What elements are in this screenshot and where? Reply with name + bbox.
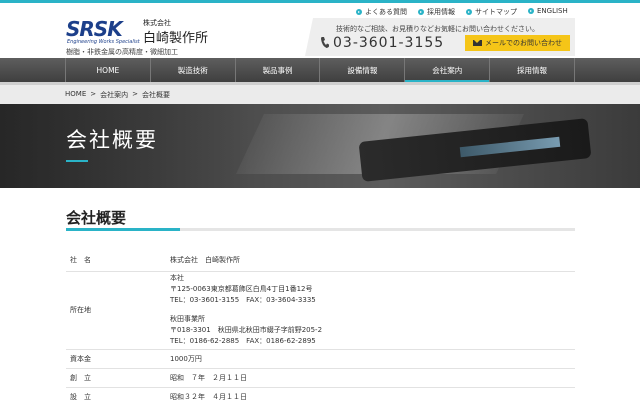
nav-item-equipment[interactable]: 設備情報 <box>320 58 406 82</box>
breadcrumb-separator: > <box>132 90 138 98</box>
logo-company-name: 白崎製作所 <box>143 31 209 46</box>
row-label: 創 立 <box>66 368 170 388</box>
util-link-label: 採用情報 <box>427 8 455 16</box>
arrow-circle-icon <box>528 8 534 14</box>
mail-contact-button[interactable]: メールでのお問い合わせ <box>465 35 570 51</box>
contact-box: 技術的なご相談、お見積りなどお気軽にお問い合わせください。 03-3601-31… <box>305 18 575 56</box>
nav-label: HOME <box>96 65 120 75</box>
nav-item-technology[interactable]: 製造技術 <box>151 58 236 82</box>
nav-label: 製品事例 <box>262 65 293 75</box>
table-row: 所在地 本社 〒125-0063東京都葛飾区白鳥4丁目1番12号 TEL：03-… <box>66 271 575 350</box>
util-link-label: ENGLISH <box>537 7 568 15</box>
row-value: 株式会社 白崎製作所 <box>170 250 575 272</box>
nav-item-company[interactable]: 会社案内 <box>405 58 491 82</box>
tagline: 樹脂・非鉄金属の高精度・微細加工 <box>66 48 178 56</box>
util-link-sitemap[interactable]: サイトマップ <box>466 7 517 17</box>
table-row: 創 立 昭和 ７年 ２月１１日 <box>66 368 575 388</box>
office-tel: TEL：0186-62-2885 FAX：0186-62-2895 <box>170 337 316 345</box>
row-value: 昭和３２年 ４月１１日 <box>170 387 575 400</box>
util-link-label: サイトマップ <box>475 8 517 16</box>
util-link-recruit[interactable]: 採用情報 <box>418 7 455 17</box>
arrow-circle-icon <box>356 9 362 15</box>
contact-text: 技術的なご相談、お見積りなどお気軽にお問い合わせください。 <box>336 25 539 33</box>
nav-item-recruit[interactable]: 採用情報 <box>490 58 575 82</box>
nav-label: 会社案内 <box>432 65 463 75</box>
office-name: 本社 <box>170 274 184 282</box>
row-label: 所在地 <box>66 271 170 350</box>
company-info-table: 社 名 株式会社 白崎製作所 所在地 本社 〒125-0063東京都葛飾区白鳥4… <box>66 250 575 400</box>
hero-title: 会社概要 <box>66 128 158 152</box>
row-label: 資本金 <box>66 349 170 369</box>
row-label: 設 立 <box>66 387 170 400</box>
breadcrumb-company[interactable]: 会社案内 <box>100 90 128 100</box>
nav-item-products[interactable]: 製品事例 <box>236 58 321 82</box>
util-link-label: よくある質問 <box>365 8 407 16</box>
global-nav: HOME 製造技術 製品事例 設備情報 会社案内 採用情報 <box>0 58 640 82</box>
logo-mark: SRSK <box>66 17 123 41</box>
phone-number[interactable]: 03-3601-3155 <box>333 35 444 51</box>
row-label: 社 名 <box>66 250 170 272</box>
office-address: 〒125-0063東京都葛飾区白鳥4丁目1番12号 <box>170 285 313 293</box>
table-row: 社 名 株式会社 白崎製作所 <box>66 250 575 272</box>
util-link-faq[interactable]: よくある質問 <box>356 7 407 17</box>
mail-icon <box>473 40 482 46</box>
office-tel: TEL：03-3601-3155 FAX：03-3604-3335 <box>170 296 316 304</box>
nav-label: 採用情報 <box>517 65 548 75</box>
hero-banner: 会社概要 <box>0 104 640 188</box>
breadcrumb-home[interactable]: HOME <box>65 90 86 100</box>
office-address: 〒018-3301 秋田県北秋田市綴子字前野205-2 <box>170 326 323 334</box>
nav-label: 設備情報 <box>347 65 378 75</box>
row-value: 昭和 ７年 ２月１１日 <box>170 368 575 388</box>
row-value: 1000万円 <box>170 349 575 369</box>
arrow-circle-icon <box>466 9 472 15</box>
mail-button-label: メールでのお問い合わせ <box>485 39 562 47</box>
breadcrumb: HOME > 会社案内 > 会社概要 <box>0 85 640 104</box>
breadcrumb-current: 会社概要 <box>142 91 170 99</box>
row-value: 本社 〒125-0063東京都葛飾区白鳥4丁目1番12号 TEL：03-3601… <box>170 271 575 350</box>
section-title: 会社概要 <box>66 209 127 227</box>
hero-accent-line <box>66 160 88 162</box>
logo-subtitle: Engineering Works Specialist <box>67 39 140 45</box>
util-link-english[interactable]: ENGLISH <box>528 7 568 15</box>
breadcrumb-separator: > <box>90 90 97 98</box>
nav-label: 製造技術 <box>177 65 208 75</box>
arrow-circle-icon <box>418 9 424 15</box>
phone-icon <box>321 37 329 48</box>
office-name: 秋田事業所 <box>170 315 205 323</box>
top-accent-bar <box>0 0 640 3</box>
section-divider-accent <box>66 228 180 231</box>
table-row: 設 立 昭和３２年 ４月１１日 <box>66 387 575 400</box>
nav-item-home[interactable]: HOME <box>66 58 151 82</box>
table-row: 資本金 1000万円 <box>66 349 575 369</box>
